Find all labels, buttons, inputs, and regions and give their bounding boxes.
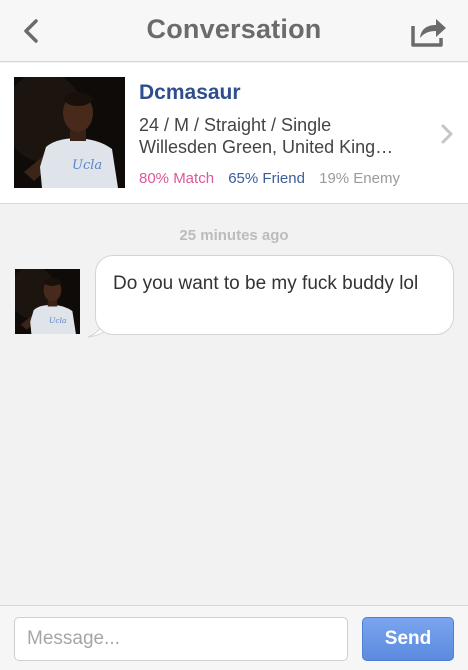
share-icon <box>411 19 446 47</box>
profile-card[interactable]: Ucla Dcmasaur 24 / M / Straight / Single… <box>0 63 468 204</box>
friend-percentage: 65% Friend <box>228 170 305 187</box>
chevron-right-icon <box>441 124 453 144</box>
profile-name: Dcmasaur <box>139 81 241 104</box>
profile-stats: 80% Match 65% Friend 19% Enemy <box>139 170 400 187</box>
message-composer: Send <box>0 605 468 670</box>
message-input[interactable] <box>14 617 348 661</box>
enemy-percentage: 19% Enemy <box>319 170 400 187</box>
message-timestamp: 25 minutes ago <box>179 227 289 244</box>
svg-text:Ucla: Ucla <box>72 158 102 173</box>
send-button[interactable]: Send <box>362 617 454 661</box>
svg-text:Ucla: Ucla <box>49 316 67 325</box>
profile-photo: Ucla <box>14 77 125 188</box>
message-bubble[interactable]: Do you want to be my fuck buddy lol <box>95 255 454 335</box>
profile-details: 24 / M / Straight / Single <box>139 115 332 135</box>
message-text: Do you want to be my fuck buddy lol <box>113 273 419 294</box>
nav-bar: Conversation <box>0 0 468 62</box>
page-title: Conversation <box>146 14 322 44</box>
match-percentage: 80% Match <box>139 170 215 187</box>
avatar[interactable]: Ucla <box>15 269 80 334</box>
share-button[interactable] <box>408 12 450 50</box>
profile-location: Willesden Green, United King… <box>139 137 394 157</box>
